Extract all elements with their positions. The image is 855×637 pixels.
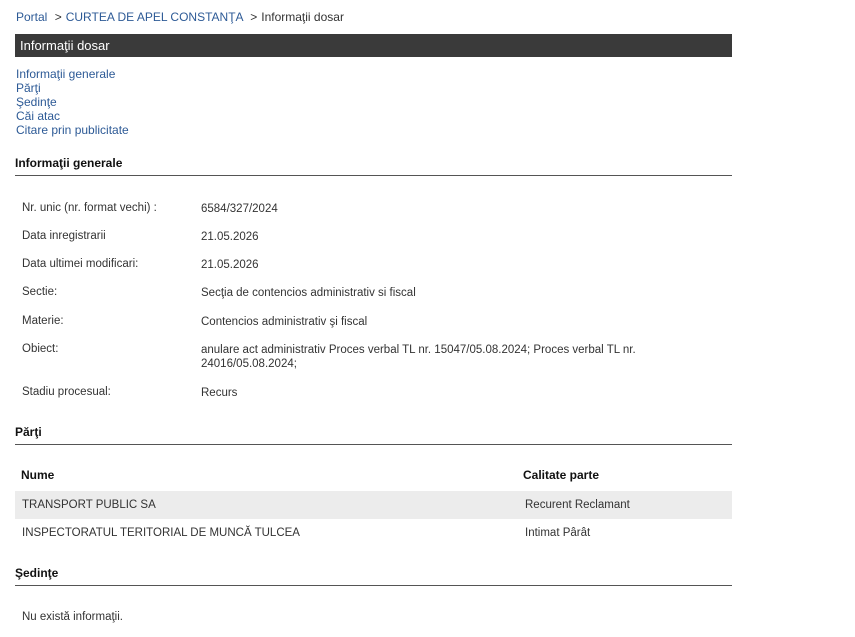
- party-role: Intimat Pârât: [525, 527, 591, 539]
- nav-link-summons[interactable]: Citare prin publicitate: [16, 123, 129, 137]
- parties-table-header: Nume Calitate parte: [15, 466, 732, 486]
- breadcrumb-court-link[interactable]: CURTEA DE APEL CONSTANŢA: [66, 10, 243, 24]
- section-heading-hearings: Şedinţe: [15, 566, 732, 586]
- info-value: Secţia de contencios administrativ si fi…: [201, 287, 416, 299]
- breadcrumb: Portal > CURTEA DE APEL CONSTANŢA > Inform…: [16, 10, 344, 24]
- info-value: 21.05.2026: [201, 231, 259, 243]
- section-nav: Informaţii generale Părţi Şedinţe Căi at…: [16, 67, 129, 137]
- page-title-bar: Informaţii dosar: [15, 34, 732, 57]
- column-header-name: Nume: [21, 468, 55, 482]
- breadcrumb-current: Informaţii dosar: [261, 10, 344, 24]
- section-heading-parties: Părţi: [15, 425, 732, 445]
- breadcrumb-separator: >: [250, 10, 258, 24]
- column-header-role: Calitate parte: [523, 468, 600, 482]
- info-label: Materie:: [22, 315, 64, 327]
- info-value: 6584/327/2024: [201, 203, 278, 215]
- info-value: anulare act administrativ Proces verbal …: [201, 344, 636, 370]
- nav-link-parties[interactable]: Părţi: [16, 81, 129, 95]
- info-label: Obiect:: [22, 343, 59, 355]
- nav-link-hearings[interactable]: Şedinţe: [16, 95, 129, 109]
- info-label: Nr. unic (nr. format vechi) :: [22, 202, 157, 214]
- table-row: INSPECTORATUL TERITORIAL DE MUNCĂ TULCEA…: [15, 519, 732, 547]
- breadcrumb-portal-link[interactable]: Portal: [16, 10, 47, 24]
- party-role: Recurent Reclamant: [525, 499, 630, 511]
- nav-link-appeals[interactable]: Căi atac: [16, 109, 129, 123]
- nav-link-general[interactable]: Informaţii generale: [16, 67, 129, 81]
- info-value: Recurs: [201, 387, 238, 399]
- table-row: TRANSPORT PUBLIC SA Recurent Reclamant: [15, 491, 732, 519]
- info-label: Data ultimei modificari:: [22, 258, 139, 270]
- party-name: TRANSPORT PUBLIC SA: [22, 499, 156, 511]
- party-name: INSPECTORATUL TERITORIAL DE MUNCĂ TULCEA: [22, 527, 300, 539]
- breadcrumb-separator: >: [54, 10, 62, 24]
- info-label: Data inregistrarii: [22, 230, 106, 242]
- info-label: Sectie:: [22, 286, 58, 298]
- info-value: Contencios administrativ şi fiscal: [201, 316, 368, 328]
- no-info-message: Nu există informaţii.: [22, 611, 123, 623]
- info-label: Stadiu procesual:: [22, 386, 111, 398]
- info-value: 21.05.2026: [201, 259, 259, 271]
- section-heading-general: Informaţii generale: [15, 156, 732, 176]
